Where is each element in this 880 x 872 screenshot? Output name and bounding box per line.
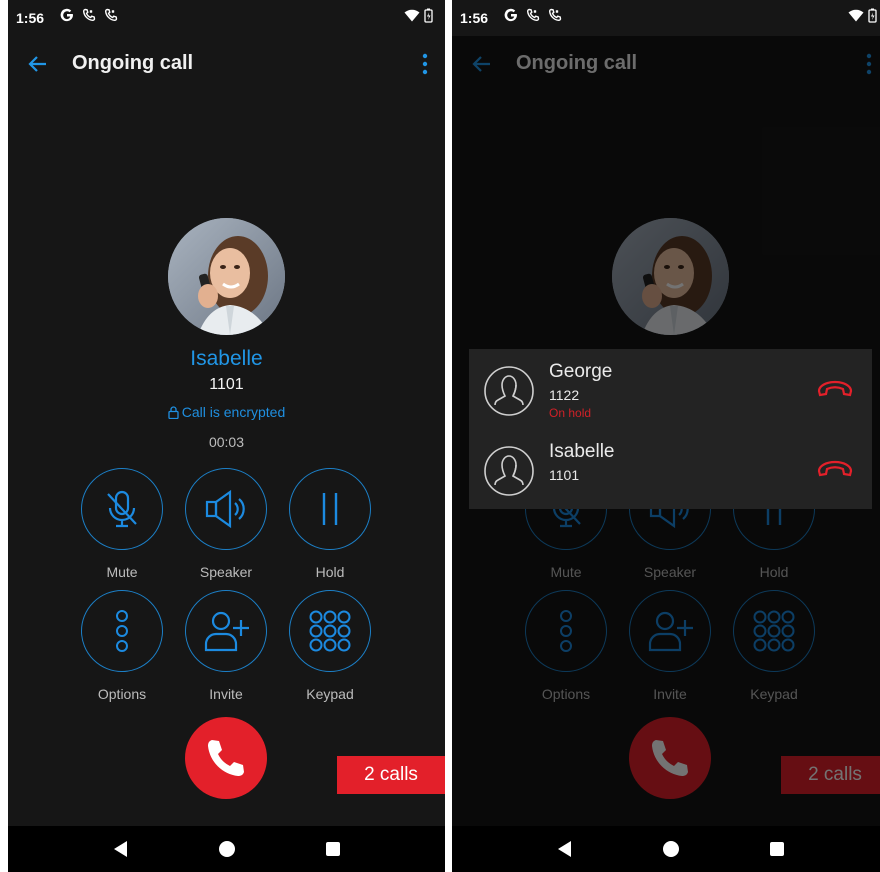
battery-icon [868, 8, 877, 23]
phone-icon [208, 740, 244, 776]
more-options-icon[interactable] [421, 52, 429, 76]
caller-photo [168, 218, 285, 335]
caller-number: 1101 [209, 376, 244, 393]
options-button[interactable]: Options [80, 590, 164, 702]
android-nav-bar [452, 826, 880, 872]
status-bar: 1:56 [8, 0, 445, 36]
calls-count-tab[interactable]: 2 calls [337, 756, 445, 794]
phone-screen-calls-list: 1:56 Ongoing call [452, 0, 880, 872]
wifi-icon [404, 9, 420, 22]
battery-icon [424, 8, 433, 23]
hang-up-icon[interactable] [816, 457, 854, 479]
invite-button[interactable]: Invite [184, 590, 268, 702]
nav-back-icon[interactable] [112, 840, 130, 858]
encryption-label: Call is encrypted [181, 404, 286, 420]
status-time: 1:56 [16, 10, 45, 26]
vertical-dots-icon [116, 610, 128, 652]
call-icon-2 [104, 8, 118, 22]
call-contact-number: 1122 [549, 387, 580, 403]
google-icon [504, 8, 517, 22]
call-icon-2 [548, 8, 562, 22]
keypad-button[interactable]: Keypad [288, 590, 372, 702]
calls-list-panel: George 1122 On hold Isabelle 1101 [469, 349, 872, 509]
microphone-muted-icon [107, 490, 137, 528]
invite-label: Invite [209, 686, 243, 702]
status-time: 1:56 [460, 10, 489, 26]
call-icon [526, 8, 540, 22]
call-contact-name: George [549, 361, 613, 382]
speaker-button[interactable]: Speaker [184, 468, 268, 580]
app-bar: Ongoing call [8, 36, 445, 92]
pause-icon [322, 493, 338, 525]
contact-avatar-icon [484, 446, 534, 496]
call-duration: 00:03 [208, 434, 245, 450]
lock-icon [168, 406, 179, 420]
phone-screen-ongoing-call: 1:56 Ongoing call Isabelle 1101 Call is … [8, 0, 445, 872]
speaker-icon [205, 489, 245, 529]
caller-name: Isabelle [190, 347, 263, 370]
encryption-status: Call is encrypted [8, 404, 445, 420]
wifi-icon [848, 9, 864, 22]
mute-label: Mute [106, 564, 138, 580]
nav-recents-icon[interactable] [325, 841, 341, 857]
end-call-button[interactable] [185, 717, 267, 799]
status-bar: 1:56 [452, 0, 880, 36]
keypad-label: Keypad [306, 686, 354, 702]
nav-back-icon[interactable] [556, 840, 574, 858]
add-person-icon [204, 611, 249, 652]
keypad-icon [309, 610, 351, 652]
call-list-item[interactable]: Isabelle 1101 [469, 429, 872, 509]
call-status: On hold [549, 406, 592, 420]
calls-count-label: 2 calls [364, 764, 418, 785]
page-title: Ongoing call [72, 52, 194, 74]
google-icon [60, 8, 73, 22]
mute-button[interactable]: Mute [80, 468, 164, 580]
call-list-item[interactable]: George 1122 On hold [469, 349, 872, 429]
nav-home-icon[interactable] [661, 839, 681, 859]
back-arrow-icon[interactable] [24, 50, 52, 78]
call-contact-number: 1101 [549, 467, 580, 483]
hold-button[interactable]: Hold [288, 468, 372, 580]
speaker-label: Speaker [199, 564, 253, 580]
options-label: Options [97, 686, 147, 702]
android-nav-bar [8, 826, 445, 872]
hang-up-icon[interactable] [816, 377, 854, 399]
call-contact-name: Isabelle [549, 441, 615, 462]
call-icon [82, 8, 96, 22]
contact-avatar-icon [484, 366, 534, 416]
nav-recents-icon[interactable] [769, 841, 785, 857]
nav-home-icon[interactable] [217, 839, 237, 859]
hold-label: Hold [315, 564, 345, 580]
